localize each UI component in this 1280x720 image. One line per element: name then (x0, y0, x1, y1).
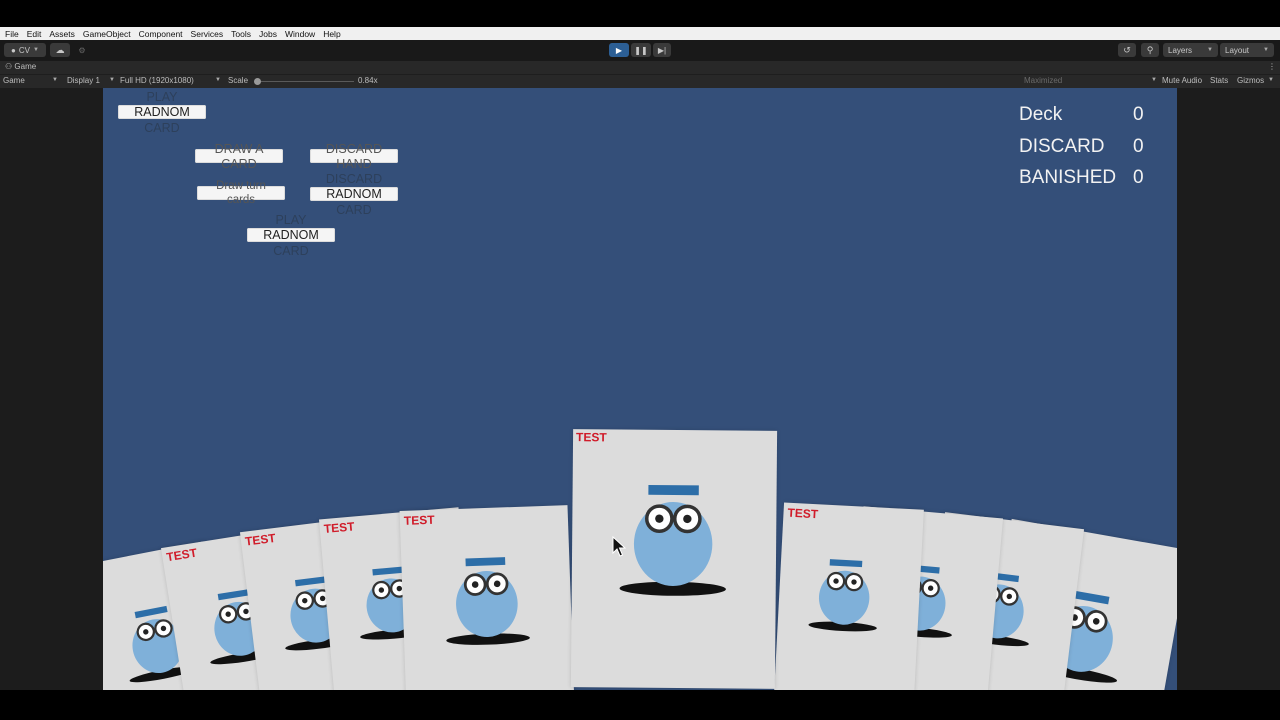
deck-counter-value: 0 (1133, 104, 1144, 125)
mute-audio-toggle[interactable]: Mute Audio (1162, 76, 1202, 85)
play-random-card-2-label-bottom: CARD (273, 244, 309, 258)
account-dropdown[interactable]: ● CV ▼ (4, 43, 46, 57)
draw-turn-cards-label-top: Draw turn (216, 180, 266, 192)
account-label: CV (18, 45, 30, 55)
play-random-card-label-top: PLAY (146, 90, 178, 104)
menu-jobs[interactable]: Jobs (259, 29, 277, 39)
chevron-down-icon: ▼ (33, 47, 39, 53)
menu-component[interactable]: Component (139, 29, 183, 39)
deck-counter-label: Deck (1019, 104, 1063, 125)
gamepad-icon: ⚇ (5, 62, 13, 71)
maximized-label: Maximized (1024, 76, 1063, 85)
display-select-label: Display 1 (67, 76, 100, 85)
search-button[interactable]: ⚲ (1141, 43, 1159, 57)
discard-random-card-label-top: DISCARD (325, 172, 383, 186)
menu-help[interactable]: Help (323, 29, 340, 39)
chevron-down-icon: ▼ (1263, 47, 1269, 53)
scale-slider-handle[interactable] (254, 78, 261, 85)
draw-card-label-bottom: CARD (221, 157, 257, 171)
discard-counter-value: 0 (1133, 136, 1144, 157)
play-random-card-2-label: RADNOM (263, 228, 319, 242)
chevron-down-icon: ▼ (52, 77, 58, 83)
draw-card-label-top: DRAW A (214, 142, 264, 156)
collab-icon: ⚙ (78, 45, 86, 55)
tab-menu-icon[interactable]: ⋮ (1268, 62, 1276, 71)
display-select[interactable]: Display 1 (67, 76, 100, 85)
play-random-card-2-label-top: PLAY (275, 213, 307, 227)
menu-file[interactable]: File (5, 29, 19, 39)
bottom-letterbox (0, 690, 1280, 720)
game-tab[interactable]: ⚇ Game (5, 62, 36, 71)
history-button[interactable]: ↺ (1118, 43, 1136, 57)
resolution-select[interactable]: Full HD (1920x1080) (120, 76, 194, 85)
play-random-card-label-bottom: CARD (144, 121, 180, 135)
menu-tools[interactable]: Tools (231, 29, 251, 39)
layout-dropdown[interactable]: Layout ▼ (1220, 43, 1274, 57)
menu-window[interactable]: Window (285, 29, 315, 39)
card-title: TEST (787, 505, 819, 522)
step-icon: ▶| (657, 45, 667, 55)
mouse-cursor-icon (612, 536, 626, 557)
main-toolbar: ● CV ▼ ☁ ⚙ ▶ ❚❚ ▶| ↺ ⚲ Layers ▼ Layout ▼ (0, 40, 1280, 61)
cloud-icon: ☁ (55, 44, 65, 55)
history-icon: ↺ (1123, 44, 1131, 55)
layout-label: Layout (1225, 45, 1250, 55)
stats-toggle[interactable]: Stats (1210, 76, 1228, 85)
play-random-card-label: RADNOM (134, 105, 190, 119)
chevron-down-icon: ▼ (1151, 77, 1157, 83)
discard-hand-label-top: DISCARD (325, 142, 383, 156)
game-view[interactable]: PLAY RADNOM CARD DRAW A CARD DISCARD HAN… (103, 88, 1177, 690)
gizmos-toggle[interactable]: Gizmos (1237, 76, 1264, 85)
chevron-down-icon: ▼ (109, 77, 115, 83)
account-icon: ● (11, 45, 16, 55)
game-tab-label: Game (14, 62, 37, 71)
card-title: TEST (575, 430, 607, 445)
scale-value: 0.84x (358, 76, 378, 85)
mode-select[interactable]: Game (3, 76, 25, 85)
banished-counter-label: BANISHED (1019, 167, 1117, 188)
collab-button[interactable]: ⚙ (73, 43, 91, 57)
chevron-down-icon: ▼ (215, 77, 221, 83)
step-button[interactable]: ▶| (653, 43, 671, 57)
scale-label: Scale (228, 76, 249, 85)
discard-random-card-label: RADNOM (326, 187, 382, 201)
resolution-select-label: Full HD (1920x1080) (120, 76, 194, 85)
chevron-down-icon: ▼ (1207, 47, 1213, 53)
menu-bar: File Edit Assets GameObject Component Se… (0, 27, 1280, 40)
maximized-select[interactable]: Maximized (1024, 76, 1062, 85)
cloud-button[interactable]: ☁ (50, 43, 70, 57)
game-options-strip: Game ▼ Display 1 ▼ Full HD (1920x1080) ▼… (0, 74, 1280, 88)
chevron-down-icon: ▼ (1268, 77, 1274, 83)
menu-edit[interactable]: Edit (27, 29, 42, 39)
card-title: TEST (244, 530, 277, 549)
owl-icon (619, 484, 726, 596)
left-editor-margin (0, 88, 103, 690)
play-button[interactable]: ▶ (609, 43, 629, 57)
game-tab-strip: ⚇ Game ⋮ (0, 61, 1280, 74)
discard-hand-label-bottom: HAND (336, 157, 372, 171)
search-icon: ⚲ (1146, 44, 1154, 55)
play-icon: ▶ (615, 45, 623, 55)
right-editor-margin (1177, 88, 1280, 690)
hand-card[interactable]: TEST (774, 502, 924, 690)
discard-counter-label: DISCARD (1019, 136, 1105, 157)
card-title: TEST (403, 512, 435, 528)
hand-card[interactable]: TEST (399, 505, 575, 690)
menu-assets[interactable]: Assets (49, 29, 75, 39)
menu-gameobject[interactable]: GameObject (83, 29, 131, 39)
draw-turn-cards-label-bottom: cards (226, 194, 256, 206)
layers-dropdown[interactable]: Layers ▼ (1163, 43, 1218, 57)
pause-icon: ❚❚ (634, 45, 648, 55)
banished-counter-value: 0 (1133, 167, 1144, 188)
menu-services[interactable]: Services (191, 29, 224, 39)
layers-label: Layers (1168, 45, 1193, 55)
hovered-card[interactable]: TEST (570, 429, 778, 689)
owl-icon (446, 557, 530, 645)
card-title: TEST (323, 519, 356, 537)
mode-select-label: Game (3, 76, 25, 85)
scale-slider-track[interactable] (257, 81, 354, 82)
card-title: TEST (165, 545, 198, 565)
owl-icon (808, 559, 877, 632)
pause-button[interactable]: ❚❚ (631, 43, 651, 57)
